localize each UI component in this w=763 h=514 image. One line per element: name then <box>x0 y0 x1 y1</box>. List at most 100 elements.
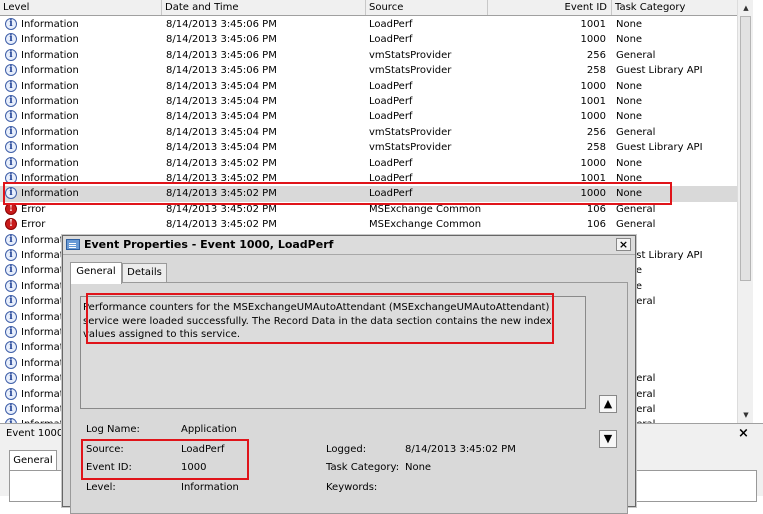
cell-source: vmStatsProvider <box>369 126 452 138</box>
table-row[interactable]: i Information 8/14/2013 3:45:06 PM vmStatsP… <box>0 48 737 63</box>
task-category-label: Task Category: <box>326 462 400 473</box>
info-icon: i <box>5 48 17 61</box>
cell-event-id: 1000 <box>580 34 606 46</box>
info-icon: i <box>5 33 17 46</box>
cell-level: Information <box>21 34 79 46</box>
cell-datetime: 8/14/2013 3:45:06 PM <box>166 34 277 46</box>
info-icon: i <box>5 279 17 292</box>
cell-task-category: General <box>616 49 656 61</box>
cell-event-id: 106 <box>586 219 606 231</box>
column-header-bar: Level Date and Time Source Event ID Task… <box>0 0 753 16</box>
cell-level: Information <box>21 19 79 30</box>
cell-level: Information <box>21 96 79 107</box>
cell-task-category: None <box>616 80 643 92</box>
error-icon: ! <box>5 218 17 231</box>
cell-source: vmStatsProvider <box>369 65 452 77</box>
cell-event-id: 1001 <box>580 96 606 107</box>
info-icon: i <box>5 233 17 246</box>
cell-datetime: 8/14/2013 3:45:02 PM <box>166 219 277 231</box>
table-row[interactable]: i Information 8/14/2013 3:45:04 PM LoadPerf… <box>0 94 737 109</box>
cell-datetime: 8/14/2013 3:45:06 PM <box>166 65 277 77</box>
cell-task-category: None <box>616 96 643 107</box>
cell-datetime: 8/14/2013 3:45:04 PM <box>166 111 277 123</box>
close-icon[interactable]: × <box>616 238 631 251</box>
cell-level: Information <box>21 126 79 138</box>
cell-datetime: 8/14/2013 3:45:04 PM <box>166 80 277 92</box>
cell-datetime: 8/14/2013 3:45:06 PM <box>166 49 277 61</box>
cell-task-category: General <box>616 219 656 231</box>
highlight-description <box>86 293 554 344</box>
cell-source: LoadPerf <box>369 34 413 46</box>
cell-datetime: 8/14/2013 3:45:04 PM <box>166 126 277 138</box>
cell-task-category: None <box>616 34 643 46</box>
cell-level: Error <box>21 219 46 231</box>
info-icon: i <box>5 18 17 30</box>
info-icon: i <box>5 264 17 277</box>
info-icon: i <box>5 110 17 123</box>
table-row[interactable]: i Information 8/14/2013 3:45:06 PM vmStatsP… <box>0 63 737 78</box>
column-header-event-id[interactable]: Event ID <box>488 0 612 15</box>
info-icon: i <box>5 156 17 169</box>
preview-tab-general[interactable]: General <box>9 450 57 472</box>
dialog-title-bar[interactable]: Event Properties - Event 1000, LoadPerf … <box>63 236 635 255</box>
event-properties-dialog: Event Properties - Event 1000, LoadPerf … <box>62 235 636 514</box>
cell-datetime: 8/14/2013 3:45:06 PM <box>166 19 277 30</box>
cell-source: LoadPerf <box>369 96 413 107</box>
table-row[interactable]: i Information 8/14/2013 3:45:04 PM LoadPerf… <box>0 79 737 94</box>
cell-level: Information <box>21 111 79 123</box>
cell-source: LoadPerf <box>369 19 413 30</box>
preview-title: Event 1000, <box>6 428 67 439</box>
info-icon: i <box>5 310 17 323</box>
logged-value: 8/14/2013 3:45:02 PM <box>405 444 516 455</box>
column-header-datetime[interactable]: Date and Time <box>162 0 366 15</box>
info-icon: i <box>5 341 17 354</box>
tab-general[interactable]: General <box>70 262 122 284</box>
cell-event-id: 258 <box>586 142 606 154</box>
info-icon: i <box>5 295 17 308</box>
cell-event-id: 1001 <box>580 19 606 30</box>
scroll-down-icon[interactable]: ▼ <box>739 408 753 422</box>
table-row[interactable]: i Information 8/14/2013 3:45:06 PM LoadPerf… <box>0 17 737 32</box>
table-row[interactable]: ! Error 8/14/2013 3:45:02 PM MSExchange Com… <box>0 217 737 232</box>
cell-source: vmStatsProvider <box>369 49 452 61</box>
cell-event-id: 1000 <box>580 111 606 123</box>
info-icon: i <box>5 372 17 385</box>
cell-event-id: 256 <box>586 126 606 138</box>
table-row[interactable]: i Information 8/14/2013 3:45:04 PM vmStatsP… <box>0 140 737 155</box>
cell-level: Information <box>21 157 79 169</box>
previous-event-button[interactable]: ▲ <box>599 395 617 413</box>
cell-task-category: None <box>616 19 643 30</box>
cell-source: LoadPerf <box>369 80 413 92</box>
table-row[interactable]: i Information 8/14/2013 3:45:06 PM LoadPerf… <box>0 32 737 47</box>
keywords-label: Keywords: <box>326 482 378 493</box>
dialog-title: Event Properties - Event 1000, LoadPerf <box>84 238 334 251</box>
column-header-task-category[interactable]: Task Category <box>612 0 753 15</box>
cell-source: LoadPerf <box>369 157 413 169</box>
cell-task-category: Guest Library API <box>616 65 703 77</box>
cell-source: LoadPerf <box>369 111 413 123</box>
tab-details[interactable]: Details <box>122 263 167 283</box>
cell-level: Information <box>21 49 79 61</box>
table-row[interactable]: i Information 8/14/2013 3:45:04 PM LoadPerf… <box>0 109 737 124</box>
cell-task-category: None <box>616 157 643 169</box>
column-header-level[interactable]: Level <box>0 0 162 15</box>
cell-task-category: General <box>616 126 656 138</box>
scroll-thumb[interactable] <box>740 16 751 281</box>
info-icon: i <box>5 95 17 107</box>
column-header-source[interactable]: Source <box>366 0 488 15</box>
info-icon: i <box>5 326 17 338</box>
info-icon: i <box>5 79 17 92</box>
scroll-up-icon[interactable]: ▲ <box>739 1 753 15</box>
info-icon: i <box>5 125 17 138</box>
vertical-scrollbar[interactable]: ▲ ▼ <box>737 0 753 423</box>
info-icon: i <box>5 403 17 415</box>
table-row[interactable]: i Information 8/14/2013 3:45:04 PM vmStatsP… <box>0 125 737 140</box>
info-icon: i <box>5 387 17 400</box>
logged-label: Logged: <box>326 444 367 455</box>
table-row[interactable]: i Information 8/14/2013 3:45:02 PM LoadPerf… <box>0 156 737 171</box>
next-event-button[interactable]: ▼ <box>599 430 617 448</box>
cell-event-id: 258 <box>586 65 606 77</box>
cell-source: vmStatsProvider <box>369 142 452 154</box>
preview-close-icon[interactable]: × <box>738 426 749 441</box>
info-icon: i <box>5 64 17 77</box>
